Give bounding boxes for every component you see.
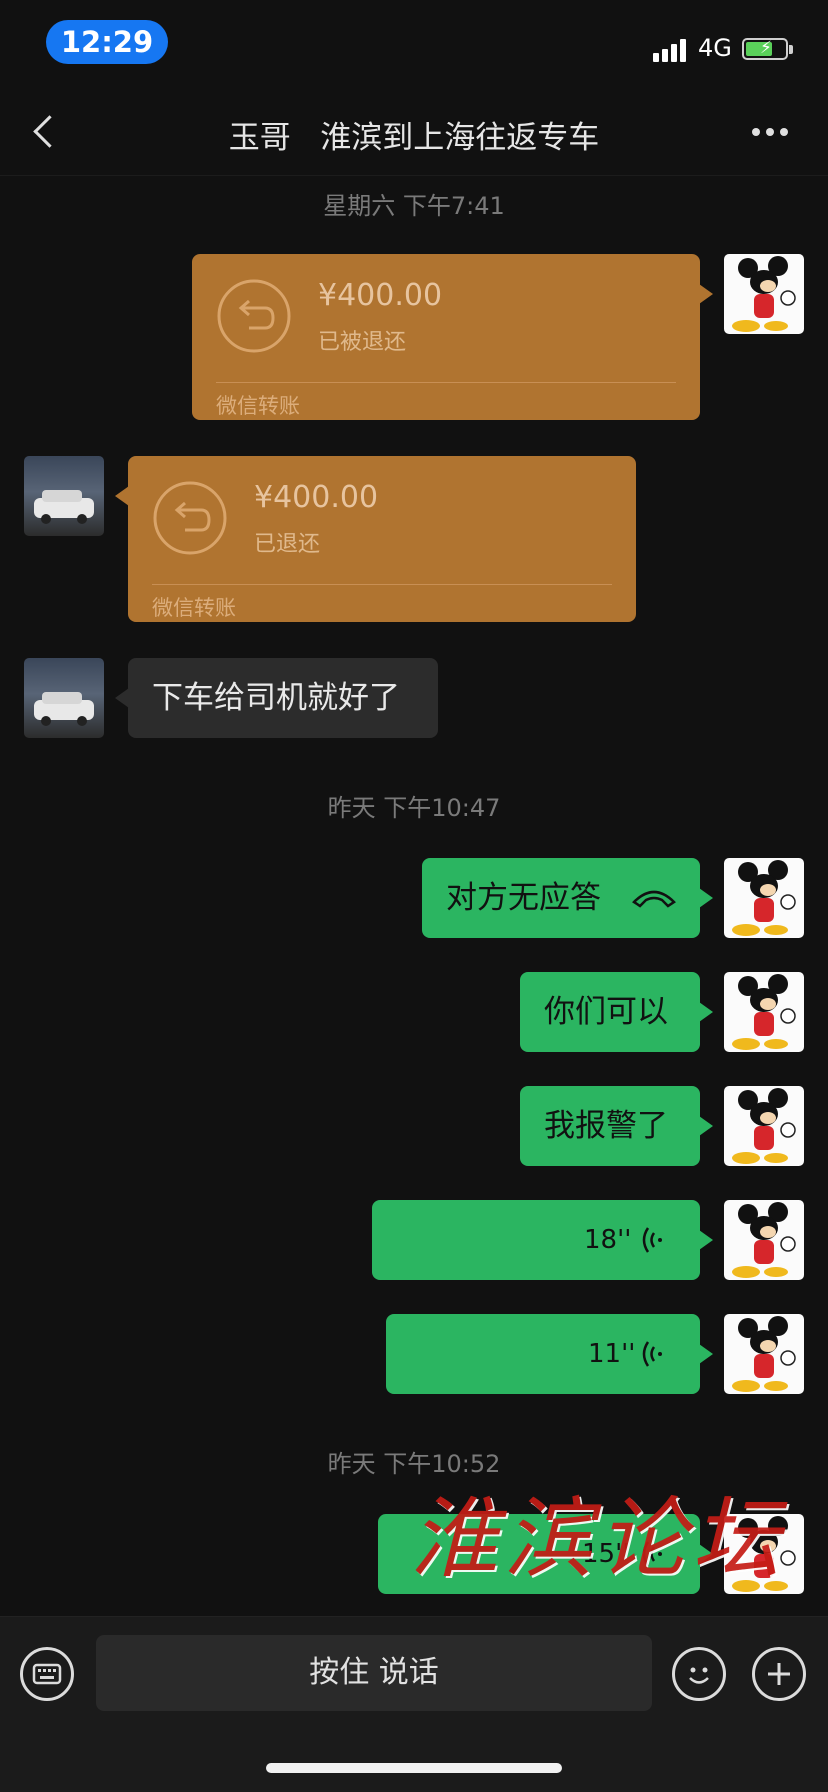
message-bubble[interactable]: 我报警了 [520, 1086, 713, 1166]
voice-duration: 11'' [588, 1339, 636, 1369]
home-indicator[interactable] [266, 1763, 562, 1773]
mickey-avatar-image [732, 1316, 796, 1392]
mickey-avatar-image [732, 1088, 796, 1164]
transfer-amount: ¥400.00 [254, 480, 379, 515]
plus-icon[interactable] [752, 1647, 806, 1701]
hang-up-icon [632, 890, 676, 908]
transfer-status: 已退还 [254, 532, 321, 557]
transfer-status: 已被退还 [318, 330, 407, 355]
emoji-icon[interactable] [672, 1647, 726, 1701]
hold-to-talk-button[interactable]: 按住 说话 [96, 1635, 652, 1711]
chat-title: 玉哥 淮滨到上海往返专车 [228, 120, 600, 156]
voice-wave-icon [642, 1227, 662, 1253]
self-avatar[interactable] [724, 1314, 804, 1394]
self-avatar[interactable] [724, 254, 804, 334]
self-avatar[interactable] [724, 972, 804, 1052]
forum-watermark: 淮滨论坛 [410, 1487, 787, 1590]
self-avatar[interactable] [724, 858, 804, 938]
timestamp: 昨天 下午10:47 [327, 794, 501, 822]
status-time[interactable]: 12:29 [46, 20, 168, 64]
voice-message-bubble[interactable]: 18'' [372, 1200, 713, 1280]
van-avatar-image [34, 692, 94, 726]
message-text: 你们可以 [544, 994, 668, 1030]
transfer-amount: ¥400.00 [318, 278, 443, 313]
message-text: 下车给司机就好了 [152, 680, 400, 716]
mickey-avatar-image [732, 974, 796, 1050]
self-avatar[interactable] [724, 1086, 804, 1166]
call-record-bubble[interactable]: 对方无应答 [422, 858, 713, 938]
voice-wave-icon [642, 1341, 662, 1367]
transfer-return-icon [217, 279, 291, 353]
transfer-footer: 微信转账 [216, 394, 300, 418]
transfer-footer: 微信转账 [152, 596, 236, 620]
timestamp: 星期六 下午7:41 [323, 192, 505, 220]
message-text: 我报警了 [544, 1108, 668, 1144]
more-icon[interactable] [752, 128, 792, 138]
voice-duration: 18'' [584, 1225, 632, 1255]
keyboard-icon[interactable] [20, 1647, 74, 1701]
van-avatar-image [34, 490, 94, 524]
contact-avatar[interactable] [24, 658, 104, 738]
mickey-avatar-image [732, 1202, 796, 1278]
battery-icon: ⚡ [742, 38, 793, 60]
divider [152, 584, 612, 585]
self-avatar[interactable] [724, 1200, 804, 1280]
message-bubble[interactable]: 下车给司机就好了 [115, 658, 438, 738]
voice-message-bubble[interactable]: 11'' [386, 1314, 713, 1394]
message-text: 对方无应答 [446, 880, 601, 916]
transfer-card[interactable]: ¥400.00 已被退还 微信转账 [192, 254, 713, 420]
mickey-avatar-image [732, 256, 796, 332]
message-bubble[interactable]: 你们可以 [520, 972, 713, 1052]
status-bar: 12:29 4G ⚡ [0, 0, 828, 88]
transfer-return-icon [153, 481, 227, 555]
contact-avatar[interactable] [24, 456, 104, 536]
network-label: 4G [698, 34, 732, 62]
divider [216, 382, 676, 383]
chat-header: 玉哥 淮滨到上海往返专车 [0, 88, 828, 176]
transfer-card[interactable]: ¥400.00 已退还 微信转账 [115, 456, 636, 622]
mickey-avatar-image [732, 860, 796, 936]
signal-icon [653, 36, 693, 62]
